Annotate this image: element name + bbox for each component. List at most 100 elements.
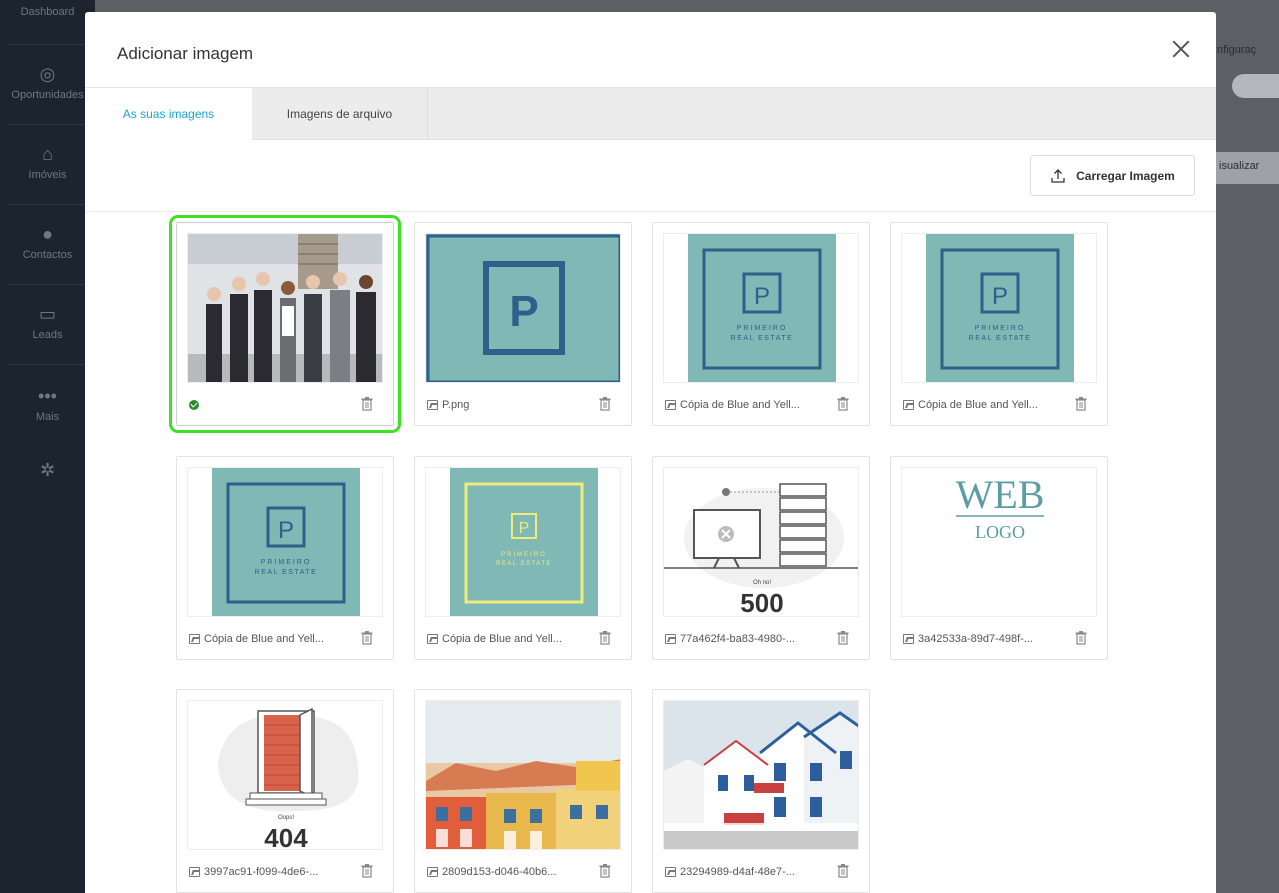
tab-stock-images[interactable]: Imagens de arquivo [252,88,428,140]
image-filename: 3997ac91-f099-4de6-... [204,866,319,878]
close-icon[interactable] [1170,38,1192,60]
image-card[interactable]: P PRIMEIRO REAL ESTATE Cópia de Blue and… [414,456,632,660]
thumbnail-text-line1: PRIMEIRO [975,325,1026,332]
card-footer: Cópia de Blue and Yell... [903,395,1093,415]
sidebar-item-label: Contactos [22,249,73,261]
thumbnail-letter: P [509,287,538,336]
image-card[interactable]: Oh no! 500 77a462f4-ba83-4980-... [652,456,870,660]
target-icon: ◎ [39,64,56,84]
image-thumbnail-error-404: Oops! 404 [187,700,383,850]
trash-icon[interactable] [361,397,373,411]
card-footer: Cópia de Blue and Yell... [427,629,617,649]
thumbnail-text-oh-no: Oh no! [753,580,771,586]
trash-icon[interactable] [361,631,373,645]
thumbnail-text-line1: PRIMEIRO [737,325,788,332]
image-file-icon [665,400,676,410]
image-file-icon [665,634,676,644]
image-filename: 3a42533a-89d7-498f-... [918,633,1033,645]
card-footer [189,395,379,415]
image-file-icon [903,634,914,644]
image-file-icon [427,867,438,877]
thumbnail-text-line2: REAL ESTATE [969,335,1032,342]
card-footer: 23294989-d4af-48e7-... [665,862,855,882]
image-card[interactable]: 2809d153-d046-40b6... [414,689,632,893]
image-thumbnail-primeiro-logo: P PRIMEIRO REAL ESTATE [663,233,859,383]
card-footer: Cópia de Blue and Yell... [665,395,855,415]
image-card[interactable]: P PRIMEIRO REAL ESTATE Cópia de Blue and… [176,456,394,660]
image-thumbnail-web-logo: WEB LOGO [901,467,1097,617]
image-filename: Cópia de Blue and Yell... [680,399,800,411]
trash-icon[interactable] [361,864,373,878]
gear-icon: ✲ [39,460,56,480]
image-thumbnail-primeiro-yellow-logo: P PRIMEIRO REAL ESTATE [425,467,621,617]
trash-icon[interactable] [837,631,849,645]
thumbnail-text-line2: REAL ESTATE [496,561,552,567]
thumbnail-text-500: 500 [740,588,783,617]
image-card[interactable]: P PRIMEIRO REAL ESTATE Cópia de Blue and… [652,222,870,426]
thumbnail-text-web: WEB [956,472,1045,517]
thumbnail-text-line1: PRIMEIRO [501,552,547,558]
sidebar-item-oportunidades[interactable]: ◎ Oportunidades [0,64,95,101]
thumbnail-text-404: 404 [264,823,308,850]
trash-icon[interactable] [599,864,611,878]
image-card[interactable]: P P.png [414,222,632,426]
trash-icon[interactable] [837,864,849,878]
tab-bar: As suas imagens Imagens de arquivo [85,88,1216,140]
sidebar-item-leads[interactable]: ▭ Leads [0,304,95,341]
home-icon: ⌂ [42,144,53,164]
more-icon: ••• [38,386,57,406]
image-file-icon [189,634,200,644]
sidebar-item-settings[interactable]: ✲ [0,460,95,485]
thumbnail-letter: P [519,520,530,537]
image-card[interactable]: P PRIMEIRO REAL ESTATE Cópia de Blue and… [890,222,1108,426]
sidebar-item-dashboard[interactable]: Dashboard [0,6,95,18]
image-file-icon [665,867,676,877]
image-thumbnail-p-logo: P [425,233,621,383]
image-file-icon [427,634,438,644]
add-image-modal: Adicionar imagem As suas imagens Imagens… [85,12,1216,893]
trash-icon[interactable] [1075,397,1087,411]
image-thumbnail-striped-houses [663,700,859,850]
image-thumbnail-primeiro-logo: P PRIMEIRO REAL ESTATE [187,467,383,617]
thumbnail-text-oops: Oops! [278,815,294,821]
trash-icon[interactable] [599,397,611,411]
background-toggle [1232,74,1279,98]
image-file-icon [903,400,914,410]
image-card[interactable]: WEB LOGO 3a42533a-89d7-498f-... [890,456,1108,660]
sidebar-item-label: Leads [32,329,63,341]
image-card-selected[interactable] [169,215,401,433]
thumbnail-text-line2: REAL ESTATE [731,335,794,342]
image-card[interactable]: 23294989-d4af-48e7-... [652,689,870,893]
upload-image-button[interactable]: Carregar Imagem [1030,155,1195,196]
thumbnail-letter: P [992,283,1008,310]
trash-icon[interactable] [837,397,849,411]
trash-icon[interactable] [1075,631,1087,645]
upload-image-label: Carregar Imagem [1076,168,1175,183]
thumbnail-text-line1: PRIMEIRO [261,559,312,566]
upload-icon [1051,168,1065,183]
card-footer: 3997ac91-f099-4de6-... [189,862,379,882]
image-file-icon [427,400,438,410]
trash-icon[interactable] [599,631,611,645]
image-thumbnail-error-500: Oh no! 500 [663,467,859,617]
sidebar-item-mais[interactable]: ••• Mais [0,386,95,423]
tab-your-images[interactable]: As suas imagens [85,88,252,140]
sidebar-item-contactos[interactable]: ● Contactos [0,224,95,261]
image-filename: 23294989-d4af-48e7-... [680,866,795,878]
image-filename: Cópia de Blue and Yell... [442,633,562,645]
background-visualizar-text: isualizar [1219,160,1260,172]
sidebar-item-label: Imóveis [28,169,67,181]
sidebar-divider [8,284,88,285]
image-thumbnail-primeiro-logo: P PRIMEIRO REAL ESTATE [901,233,1097,383]
person-icon: ● [42,224,53,244]
thumbnail-text-logo: LOGO [975,522,1025,542]
card-footer: 2809d153-d046-40b6... [427,862,617,882]
thumbnail-letter: P [754,283,770,310]
sidebar-item-label: Oportunidades [11,89,84,101]
image-card[interactable]: Oops! 404 3997ac91-f099-4de6-... [176,689,394,893]
card-footer: 77a462f4-ba83-4980-... [665,629,855,649]
card-footer: P.png [427,395,617,415]
sidebar-item-imoveis[interactable]: ⌂ Imóveis [0,144,95,181]
card-footer: 3a42533a-89d7-498f-... [903,629,1093,649]
modal-header: Adicionar imagem [85,12,1216,88]
